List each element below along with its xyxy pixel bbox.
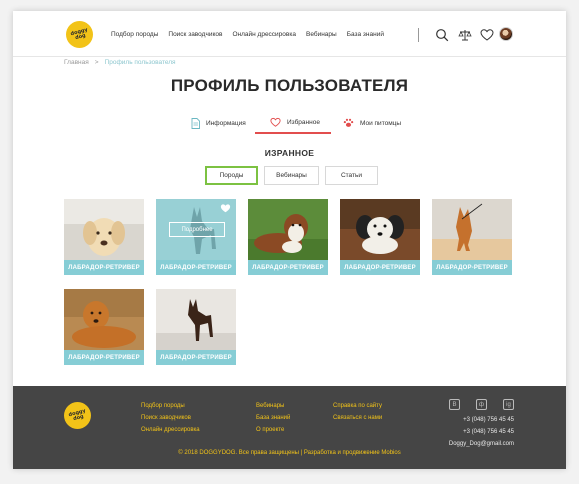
contacts: +3 (048) 756 45 45 +3 (048) 756 45 45 Do… (449, 414, 514, 450)
dog-photo (64, 199, 144, 260)
site-footer: doggy dog Подбор породы Поиск заводчиков… (13, 386, 566, 469)
card-label: ЛАБРАДОР-РЕТРИВЕР (64, 260, 144, 275)
footer-link[interactable]: Онлайн дрессировка (141, 424, 200, 436)
instagram-icon[interactable]: ig (503, 399, 514, 410)
footer-link[interactable]: Справка по сайту (333, 400, 382, 412)
card-label: ЛАБРАДОР-РЕТРИВЕР (340, 260, 420, 275)
main-nav: Подбор породы Поиск заводчиков Онлайн др… (111, 31, 394, 38)
social-links: В ф ig (449, 399, 530, 410)
dog-photo (340, 199, 420, 260)
card-label: ЛАБРАДОР-РЕТРИВЕР (432, 260, 512, 275)
document-icon (191, 117, 200, 129)
footer-link[interactable]: Поиск заводчиков (141, 412, 200, 424)
paw-icon (343, 118, 354, 127)
footer-link[interactable]: Связаться с нами (333, 412, 382, 424)
dog-photo (248, 199, 328, 260)
footer-link[interactable]: Вебинары (256, 400, 290, 412)
phone-number[interactable]: +3 (048) 756 45 45 (449, 426, 514, 438)
filter-breeds[interactable]: Породы (205, 166, 258, 185)
favorites-title: ИЗРАННОЕ (264, 148, 315, 158)
vk-icon[interactable]: В (449, 399, 460, 410)
nav-item-online-training[interactable]: Онлайн дрессировка (232, 31, 296, 38)
nav-item-breed-selection[interactable]: Подбор породы (111, 31, 158, 38)
profile-tabs: Информация Избранное Мои питомцы (183, 112, 413, 134)
footer-link[interactable]: Подбор породы (141, 400, 200, 412)
dog-photo (432, 199, 512, 260)
favorite-card[interactable]: ЛАБРАДОР-РЕТРИВЕР (432, 199, 512, 275)
nav-item-breeder-search[interactable]: Поиск заводчиков (168, 31, 222, 38)
heart-icon[interactable] (480, 28, 494, 42)
favorite-card[interactable]: Подробнее ЛАБРАДОР-РЕТРИВЕР (156, 199, 236, 275)
page-frame: doggy dog Подбор породы Поиск заводчиков… (13, 11, 566, 469)
facebook-icon[interactable]: ф (476, 399, 487, 410)
scales-icon[interactable] (458, 28, 472, 42)
nav-item-webinars[interactable]: Вебинары (306, 31, 337, 38)
breadcrumb: Главная > Профиль пользователя (64, 59, 176, 66)
footer-link[interactable]: О проекте (256, 424, 290, 436)
footer-col-content: Вебинары База знаний О проекте (256, 400, 290, 436)
favorite-card[interactable]: ЛАБРАДОР-РЕТРИВЕР (156, 289, 236, 365)
tab-my-pets-label: Мои питомцы (360, 119, 402, 127)
heart-icon (270, 117, 281, 127)
breadcrumb-home[interactable]: Главная (64, 59, 89, 66)
nav-divider (418, 28, 419, 42)
phone-number[interactable]: +3 (048) 756 45 45 (449, 414, 514, 426)
logo-text: doggy dog (69, 26, 88, 41)
heart-icon[interactable] (220, 203, 231, 213)
filter-webinars[interactable]: Вебинары (264, 166, 319, 185)
footer-link[interactable]: База знаний (256, 412, 290, 424)
site-header: doggy dog Подбор породы Поиск заводчиков… (13, 11, 566, 57)
card-label: ЛАБРАДОР-РЕТРИВЕР (156, 350, 236, 365)
breadcrumb-current: Профиль пользователя (104, 59, 176, 66)
footer-col-services: Подбор породы Поиск заводчиков Онлайн др… (141, 400, 200, 436)
favorite-card[interactable]: ЛАБРАДОР-РЕТРИВЕР (64, 289, 144, 365)
tab-favorites-label: Избранное (287, 118, 320, 126)
tab-information[interactable]: Информация (191, 112, 246, 134)
favorite-card[interactable]: ЛАБРАДОР-РЕТРИВЕР (340, 199, 420, 275)
footer-logo[interactable]: doggy dog (64, 402, 91, 429)
card-label: ЛАБРАДОР-РЕТРИВЕР (156, 260, 236, 275)
footer-col-help: Справка по сайту Связаться с нами (333, 400, 382, 424)
nav-item-knowledge-base[interactable]: База знаний (347, 31, 384, 38)
card-label: ЛАБРАДОР-РЕТРИВЕР (248, 260, 328, 275)
dog-photo (64, 289, 144, 350)
favorite-card[interactable]: ЛАБРАДОР-РЕТРИВЕР (248, 199, 328, 275)
card-label: ЛАБРАДОР-РЕТРИВЕР (64, 350, 144, 365)
breadcrumb-separator: > (94, 59, 99, 66)
filter-articles[interactable]: Статьи (325, 166, 378, 185)
logo[interactable]: doggy dog (66, 21, 93, 48)
search-icon[interactable] (435, 28, 449, 42)
copyright: © 2018 DOGGYDOG. Все права защищены | Ра… (178, 450, 401, 456)
footer-logo-text: doggy dog (67, 407, 86, 422)
tab-information-label: Информация (206, 119, 246, 127)
favorites-filter: Породы Вебинары Статьи (205, 166, 384, 185)
page-title: ПРОФИЛЬ ПОЛЬЗОВАТЕЛЯ (170, 76, 409, 95)
favorite-card[interactable]: ЛАБРАДОР-РЕТРИВЕР (64, 199, 144, 275)
email-link[interactable]: Doggy_Dog@gmail.com (449, 438, 514, 450)
tab-my-pets[interactable]: Мои питомцы (343, 112, 401, 134)
dog-photo (156, 289, 236, 350)
avatar[interactable] (499, 27, 513, 41)
more-button[interactable]: Подробнее (169, 222, 225, 237)
tab-favorites[interactable]: Избранное (255, 112, 331, 134)
